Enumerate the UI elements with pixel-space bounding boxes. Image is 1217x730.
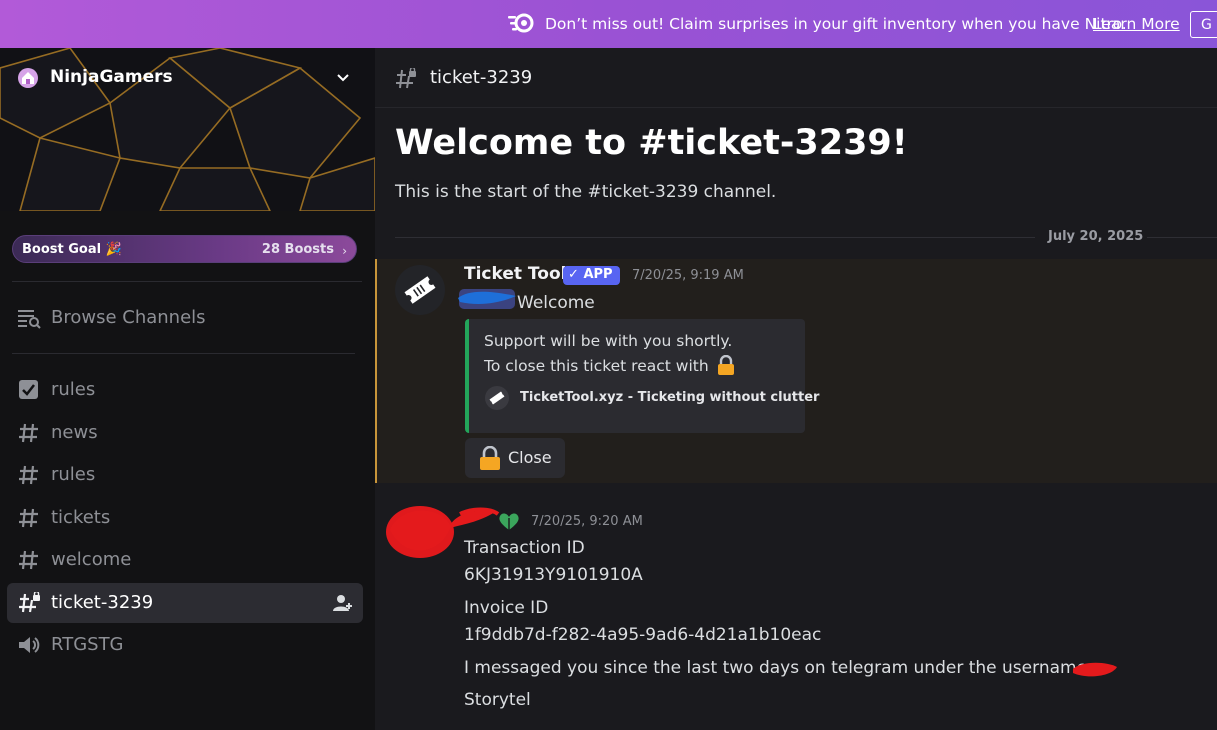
- message-timestamp: 7/20/25, 9:19 AM: [632, 268, 744, 283]
- ticket-tool-icon: [485, 386, 509, 410]
- hashtag-icon: [19, 423, 38, 443]
- locked-hashtag-icon: [19, 592, 40, 613]
- app-badge: ✓ APP: [563, 266, 620, 285]
- banner-text: Don’t miss out! Claim surprises in your …: [545, 15, 1127, 33]
- browse-channels[interactable]: Browse Channels: [7, 298, 363, 338]
- message-text: Welcome: [517, 293, 595, 313]
- nitro-icon: [508, 13, 534, 33]
- browse-channels-label: Browse Channels: [51, 307, 206, 328]
- channel-item-welcome[interactable]: welcome: [7, 540, 363, 580]
- channel-item-rules-2[interactable]: rules: [7, 455, 363, 495]
- embed-footer: TicketTool.xyz - Ticketing without clutt…: [520, 390, 820, 405]
- channel-label: news: [51, 422, 98, 443]
- speaker-icon: [19, 637, 40, 653]
- heart-icon: [499, 513, 519, 530]
- channel-item-news[interactable]: news: [7, 413, 363, 453]
- channel-label: RTGSTG: [51, 634, 124, 655]
- channel-label: welcome: [51, 549, 132, 570]
- welcome-subtitle: This is the start of the #ticket-3239 ch…: [395, 182, 777, 202]
- welcome-title: Welcome to #ticket-3239!: [395, 123, 908, 163]
- channel-item-rules[interactable]: rules: [7, 370, 363, 410]
- hashtag-icon: [19, 465, 38, 485]
- lock-icon: [717, 355, 734, 375]
- ticket-icon: [404, 276, 436, 304]
- chat-area: ticket-3239 Welcome to #ticket-3239! Thi…: [375, 48, 1217, 730]
- date-divider: July 20, 2025: [1048, 229, 1144, 244]
- channel-label: tickets: [51, 507, 111, 528]
- boost-count: 28 Boosts: [261, 242, 334, 257]
- channel-sidebar: NinjaGamers Boost Goal 🎉 28 Boosts › Bro…: [0, 48, 375, 730]
- learn-more-link[interactable]: Learn More: [1093, 15, 1180, 33]
- embed-line: To close this ticket react with: [484, 355, 735, 375]
- hashtag-icon: [19, 550, 38, 570]
- locked-hashtag-icon: [396, 68, 416, 89]
- server-header[interactable]: NinjaGamers: [0, 48, 375, 211]
- boost-goal-bar[interactable]: Boost Goal 🎉 28 Boosts ›: [12, 235, 357, 263]
- redacted-username: [1073, 662, 1117, 677]
- message-line: Invoice ID: [464, 598, 549, 618]
- date-divider-line: [1147, 237, 1217, 238]
- embed-line: Support will be with you shortly.: [484, 332, 733, 350]
- sidebar-divider: [12, 353, 355, 354]
- close-button-label: Close: [508, 448, 552, 467]
- app-badge-label: APP: [583, 267, 613, 282]
- channel-item-tickets[interactable]: tickets: [7, 498, 363, 538]
- checkmark-icon: ✓: [568, 267, 579, 282]
- avatar[interactable]: [395, 265, 445, 315]
- banner-action-button[interactable]: G: [1190, 11, 1217, 38]
- chevron-right-icon: ›: [342, 244, 347, 258]
- embed-line-text: To close this ticket react with: [484, 357, 709, 375]
- channel-label: rules: [51, 464, 96, 485]
- channel-label: rules: [51, 379, 96, 400]
- date-divider-line: [395, 237, 1035, 238]
- message-timestamp: 7/20/25, 9:20 AM: [531, 514, 643, 529]
- channel-header: ticket-3239: [375, 48, 1217, 108]
- channel-item-ticket-3239[interactable]: ticket-3239: [7, 583, 363, 623]
- channel-name: ticket-3239: [430, 67, 533, 88]
- channel-item-rtgstg[interactable]: RTGSTG: [7, 625, 363, 665]
- rules-icon: [19, 380, 38, 399]
- add-member-icon[interactable]: [333, 594, 353, 612]
- nitro-banner: Don’t miss out! Claim surprises in your …: [0, 0, 1217, 48]
- chevron-down-icon[interactable]: [335, 70, 351, 86]
- sidebar-divider: [12, 281, 362, 282]
- message-line: 1f9ddb7d-f282-4a95-9ad6-4d21a1b10eac: [464, 625, 822, 645]
- redacted-mention: [458, 289, 516, 309]
- message-author[interactable]: Ticket Tool: [464, 264, 566, 284]
- message-embed: Support will be with you shortly. To clo…: [465, 319, 819, 433]
- close-ticket-button[interactable]: Close: [465, 438, 565, 478]
- message-line: I messaged you since the last two days o…: [464, 658, 1088, 678]
- message-line: Storytel: [464, 690, 531, 710]
- server-home-icon: [18, 68, 38, 88]
- message-line: Transaction ID: [464, 538, 585, 558]
- channel-label: ticket-3239: [51, 592, 154, 613]
- hashtag-icon: [19, 508, 38, 528]
- server-name: NinjaGamers: [50, 67, 173, 87]
- browse-channels-icon: [18, 310, 41, 329]
- boost-goal-label: Boost Goal 🎉: [22, 242, 122, 257]
- lock-icon: [480, 446, 500, 470]
- message-line: 6KJ31913Y9101910A: [464, 565, 643, 585]
